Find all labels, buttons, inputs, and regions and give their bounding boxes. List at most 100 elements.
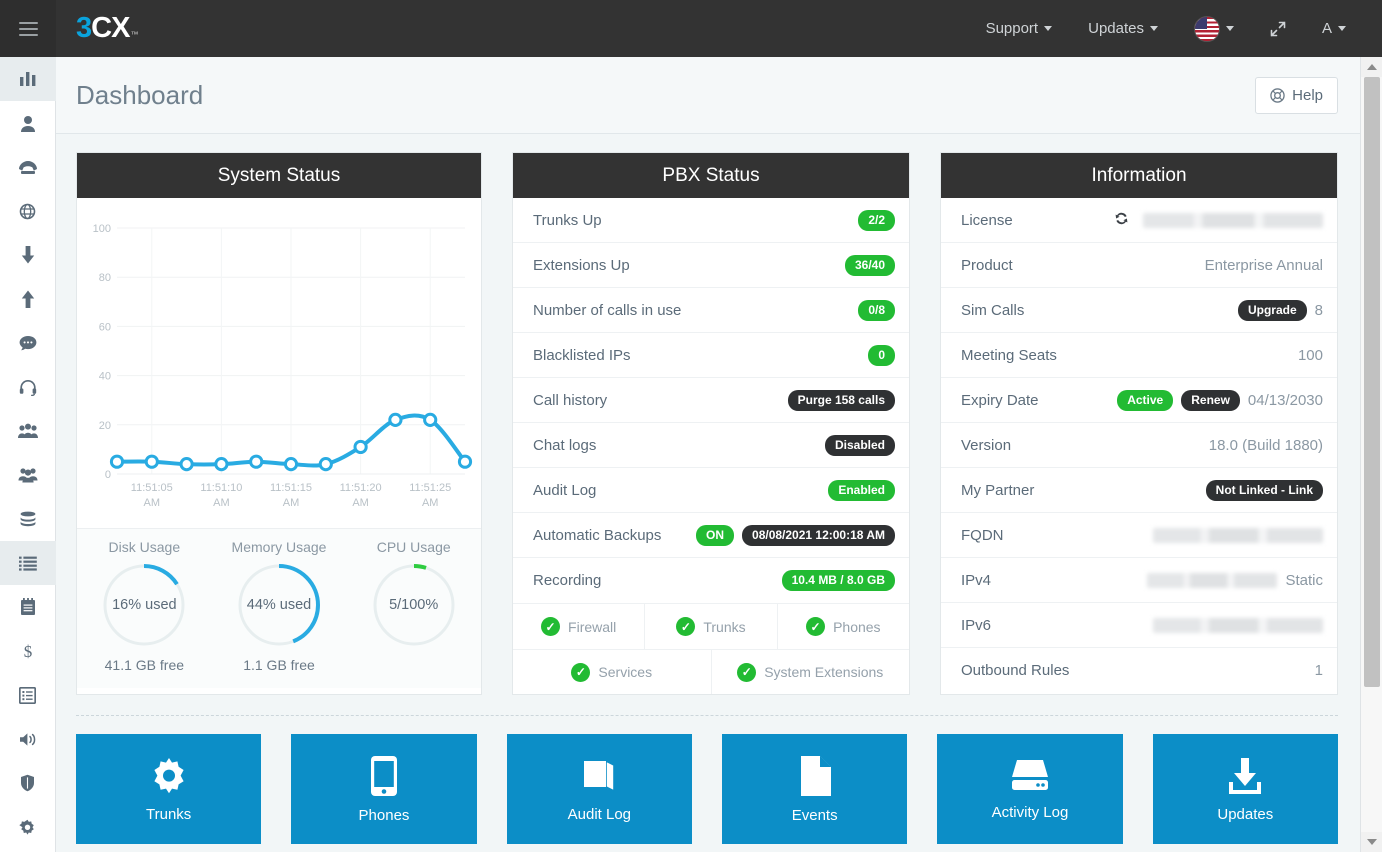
information-row: License [941, 198, 1337, 243]
information-rows: LicenseProductEnterprise AnnualSim Calls… [941, 198, 1337, 693]
chevron-down-icon [1150, 26, 1158, 31]
language-selector[interactable] [1176, 8, 1252, 50]
sidebar-item-ring-groups[interactable] [0, 409, 56, 453]
check-circle-icon: ✓ [806, 617, 825, 636]
page-title: Dashboard [76, 80, 203, 111]
health-check-row: ✓Services✓System Extensions [513, 649, 909, 694]
sidebar-item-backup-restore[interactable] [0, 497, 56, 541]
sidebar-item-settings[interactable] [0, 805, 56, 849]
sidebar-item-chat[interactable] [0, 321, 56, 365]
svg-text:11:51:05: 11:51:05 [131, 482, 173, 494]
svg-text:0: 0 [105, 469, 111, 481]
sidebar-item-dashboard[interactable] [0, 57, 56, 101]
tile-trunks[interactable]: Trunks [76, 734, 261, 844]
svg-text:100: 100 [93, 223, 111, 235]
sidebar-item-sip-trunks[interactable] [0, 189, 56, 233]
sidebar-item-call-queues[interactable] [0, 365, 56, 409]
health-check-firewall[interactable]: ✓Firewall [513, 604, 645, 649]
sidebar: $ [0, 57, 56, 852]
svg-text:AM: AM [283, 497, 300, 509]
fullscreen-button[interactable] [1252, 13, 1304, 45]
tile-updates[interactable]: Updates [1153, 734, 1338, 844]
sidebar-item-inbound-rules[interactable] [0, 233, 56, 277]
redacted-value [1143, 213, 1323, 228]
pbx-status-label: Blacklisted IPs [533, 347, 631, 364]
scrollbar-up-arrow[interactable] [1361, 57, 1382, 77]
health-check-system-extensions[interactable]: ✓System Extensions [712, 649, 910, 694]
chevron-down-icon [1226, 26, 1234, 31]
refresh-icon[interactable] [1114, 211, 1129, 230]
status-badge[interactable]: Not Linked - Link [1206, 480, 1323, 501]
information-row: FQDN [941, 513, 1337, 558]
arrow-down-icon [21, 246, 35, 264]
pbx-status-label: Number of calls in use [533, 302, 681, 319]
information-label: IPv4 [961, 572, 991, 589]
information-label: Product [961, 257, 1013, 274]
sidebar-item-users[interactable] [0, 101, 56, 145]
gauge-title: Disk Usage [109, 539, 181, 555]
sidebar-item-contacts[interactable] [0, 453, 56, 497]
status-badge[interactable]: Disabled [825, 435, 895, 456]
status-badge[interactable]: Purge 158 calls [788, 390, 895, 411]
sidebar-item-reports[interactable] [0, 585, 56, 629]
group-icon [18, 423, 38, 439]
sidebar-item-phones[interactable] [0, 145, 56, 189]
page-scrollbar[interactable] [1360, 57, 1382, 852]
account-menu[interactable]: A [1304, 12, 1364, 45]
dashboard-panels: System Status 02040608010011:51:05AM11:5… [56, 134, 1360, 695]
sidebar-item-prompts[interactable] [0, 717, 56, 761]
pbx-status-label: Extensions Up [533, 257, 630, 274]
tile-label: Phones [359, 807, 410, 824]
tile-audit-log[interactable]: Audit Log [507, 734, 692, 844]
status-badge[interactable]: 2/2 [858, 210, 895, 231]
status-badge[interactable]: Active [1117, 390, 1173, 411]
system-status-title: System Status [77, 153, 481, 198]
sidebar-item-security[interactable] [0, 761, 56, 805]
system-status-panel: System Status 02040608010011:51:05AM11:5… [76, 152, 482, 695]
sidebar-item-call-reports[interactable] [0, 673, 56, 717]
menu-toggle-button[interactable] [0, 0, 56, 57]
information-label: Sim Calls [961, 302, 1024, 319]
information-value: 18.0 (Build 1880) [1209, 437, 1323, 454]
pbx-status-row: Number of calls in use 0/8 [513, 288, 909, 333]
status-badge[interactable]: 0 [868, 345, 895, 366]
status-badge[interactable]: 08/08/2021 12:00:18 AM [742, 525, 895, 546]
svg-text:20: 20 [99, 420, 111, 432]
status-badge[interactable]: Upgrade [1238, 300, 1307, 321]
svg-text:AM: AM [213, 497, 230, 509]
tile-events[interactable]: Events [722, 734, 907, 844]
sidebar-item-outbound-rules[interactable] [0, 277, 56, 321]
status-badge[interactable]: 10.4 MB / 8.0 GB [782, 570, 895, 591]
status-badge[interactable]: Renew [1181, 390, 1240, 411]
sidebar-item-activity-log[interactable] [0, 541, 56, 585]
health-check-label: Phones [833, 619, 880, 635]
help-button[interactable]: Help [1255, 77, 1338, 114]
health-check-label: Trunks [703, 619, 745, 635]
information-value: 8 [1315, 302, 1323, 319]
desk-phone-icon [18, 160, 38, 175]
nav-support[interactable]: Support [968, 12, 1071, 45]
pbx-status-label: Automatic Backups [533, 527, 661, 544]
pbx-status-row: Extensions Up 36/40 [513, 243, 909, 288]
scrollbar-down-arrow[interactable] [1361, 832, 1382, 852]
information-label: My Partner [961, 482, 1034, 499]
sidebar-item-billing[interactable]: $ [0, 629, 56, 673]
mobile-phone-icon [369, 755, 399, 797]
status-badge[interactable]: 36/40 [845, 255, 895, 276]
status-badge[interactable]: Enabled [828, 480, 895, 501]
brand-logo[interactable]: 3CX ™ [76, 12, 138, 45]
dollar-icon: $ [22, 642, 34, 660]
tile-activity-log[interactable]: Activity Log [937, 734, 1122, 844]
status-badge[interactable]: ON [696, 525, 734, 546]
gear-icon [149, 756, 189, 796]
globe-icon [19, 203, 36, 220]
nav-updates[interactable]: Updates [1070, 12, 1176, 45]
status-badge[interactable]: 0/8 [858, 300, 895, 321]
scrollbar-thumb[interactable] [1364, 77, 1380, 687]
health-check-services[interactable]: ✓Services [513, 649, 712, 694]
tile-phones[interactable]: Phones [291, 734, 476, 844]
gauge-value: 5/100% [370, 561, 458, 649]
health-check-phones[interactable]: ✓ Phones [778, 604, 909, 649]
svg-text:11:51:20: 11:51:20 [340, 482, 382, 494]
health-check-trunks[interactable]: ✓Trunks [645, 604, 777, 649]
